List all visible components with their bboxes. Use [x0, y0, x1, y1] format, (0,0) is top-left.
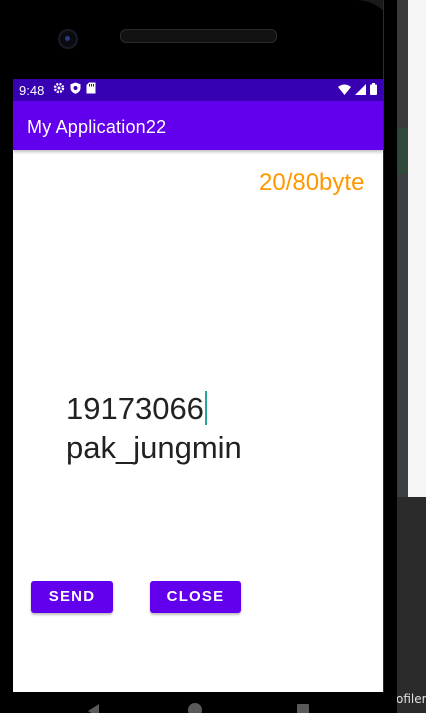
device-screen: 9:48 My Application22 20/80byte 19173066… [13, 79, 383, 692]
wifi-icon [338, 83, 351, 98]
phone-side-edge [383, 0, 397, 713]
close-button[interactable]: CLOSE [150, 581, 241, 613]
front-camera-icon [58, 29, 78, 49]
text-cursor [204, 391, 207, 425]
ide-scroll-strip[interactable] [398, 174, 408, 497]
ide-profiler-tab[interactable]: ofiler [396, 690, 426, 708]
ide-highlight-block [398, 128, 408, 174]
message-line-2: pak_jungmin [66, 430, 242, 465]
app-title: My Application22 [27, 117, 167, 137]
battery-icon [370, 83, 377, 98]
send-button[interactable]: SEND [31, 581, 113, 613]
status-notification-icons [53, 82, 96, 97]
earpiece-speaker [120, 29, 277, 43]
signal-icon [355, 83, 366, 98]
back-icon[interactable] [88, 704, 99, 713]
home-icon[interactable] [188, 703, 202, 713]
ide-bottom-panel [395, 497, 426, 713]
status-bar: 9:48 [13, 79, 383, 101]
gear-icon [53, 82, 65, 97]
recent-apps-icon[interactable] [297, 704, 309, 713]
status-time: 9:48 [19, 83, 45, 98]
phone-frame: 9:48 My Application22 20/80byte 19173066… [0, 0, 397, 713]
desktop: ofiler 9:48 My Application22 20/80byte 1… [0, 0, 426, 713]
shield-icon [70, 82, 81, 97]
app-bar: My Application22 [13, 101, 383, 150]
status-system-icons [338, 83, 377, 98]
message-text-1: 19173066 [66, 391, 204, 426]
message-input[interactable]: 19173066 pak_jungmin [66, 389, 366, 467]
ide-editor-pane [408, 0, 426, 497]
byte-counter: 20/80byte [259, 169, 365, 196]
sd-card-icon [86, 82, 96, 97]
message-line-1: 19173066 [66, 389, 366, 428]
